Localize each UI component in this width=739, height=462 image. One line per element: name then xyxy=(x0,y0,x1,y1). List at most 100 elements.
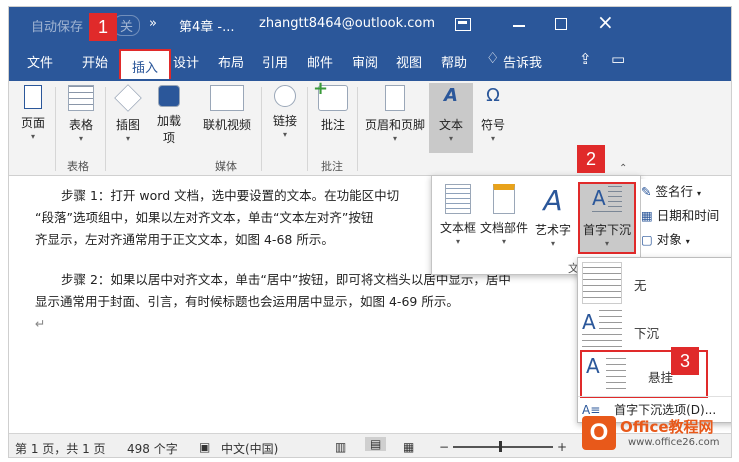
title-bar: 自动保存 关 » 第4章 -... zhangtt8464@outlook.co… xyxy=(9,7,731,43)
calendar-icon: ▦ xyxy=(641,208,653,223)
web-layout-icon[interactable]: ▦ xyxy=(403,440,414,454)
tab-review[interactable]: 审阅 xyxy=(352,52,378,71)
tab-file[interactable]: 文件 xyxy=(27,52,53,71)
wordart-label: 艺术字 xyxy=(534,223,571,237)
chevron-down-icon: ▾ xyxy=(455,237,460,246)
comment-button[interactable]: + 批注 xyxy=(313,78,353,133)
print-layout-icon[interactable]: ▤ xyxy=(365,437,387,451)
tell-me-search[interactable]: 告诉我 xyxy=(503,52,542,71)
group-divider xyxy=(261,87,262,171)
zoom-slider[interactable] xyxy=(453,441,553,452)
addins-label-2: 项 xyxy=(162,131,175,145)
chevron-down-icon: ▾ xyxy=(30,132,35,141)
ribbon-display-icon[interactable] xyxy=(455,18,471,31)
header-footer-label: 页眉和页脚 xyxy=(364,118,425,132)
word-count[interactable]: 498 个字 xyxy=(127,440,178,457)
document-title: 第4章 -... xyxy=(179,20,235,35)
table-button[interactable]: 表格 ▾ xyxy=(61,85,101,143)
object-button[interactable]: ▢ 对象 ▾ xyxy=(641,229,690,248)
minimize-icon[interactable] xyxy=(513,25,525,27)
word-window: 自动保存 关 » 第4章 -... zhangtt8464@outlook.co… xyxy=(8,6,732,458)
online-video-icon xyxy=(210,85,244,111)
comments-icon[interactable]: ▭ xyxy=(611,50,625,68)
textbox-button[interactable]: 文本框 ▾ xyxy=(436,184,480,246)
online-video-button[interactable]: 联机视频 xyxy=(198,85,256,133)
illustrations-button[interactable]: 插图 ▾ xyxy=(111,84,145,143)
dropcap-in-margin-label: 悬挂 xyxy=(648,370,674,385)
wordart-button[interactable]: A 艺术字 ▾ xyxy=(532,184,574,248)
header-footer-button[interactable]: 页眉和页脚 ▾ xyxy=(361,85,429,143)
header-footer-icon xyxy=(385,85,405,111)
links-button[interactable]: 链接 ▾ xyxy=(267,85,303,139)
lightbulb-icon[interactable]: ♢ xyxy=(486,49,499,67)
comment-icon: + xyxy=(313,78,348,111)
autosave-toggle[interactable]: 关 xyxy=(113,15,141,36)
tab-help[interactable]: 帮助 xyxy=(441,52,467,71)
paragraph-mark: ↵ xyxy=(35,316,46,331)
chevron-down-icon: ▾ xyxy=(604,239,609,248)
step-badge-1: 1 xyxy=(89,13,117,41)
pages-button[interactable]: 页面 ▾ xyxy=(15,85,51,141)
share-icon[interactable]: ⇪ xyxy=(579,50,592,68)
links-label: 链接 xyxy=(272,114,297,128)
signature-icon: ✎ xyxy=(641,184,652,199)
dropcap-label: 首字下沉 xyxy=(582,223,631,237)
group-divider xyxy=(105,87,106,171)
tab-design[interactable]: 设计 xyxy=(173,52,199,71)
object-icon: ▢ xyxy=(641,232,653,247)
text-button[interactable]: A 文本 ▾ xyxy=(429,83,473,153)
menu-divider xyxy=(578,396,731,397)
more-commands[interactable]: » xyxy=(149,16,157,31)
signature-line-button[interactable]: ✎ 签名行 ▾ xyxy=(641,181,701,200)
tab-view[interactable]: 视图 xyxy=(396,52,422,71)
dropcap-dropped-label: 下沉 xyxy=(634,326,660,341)
dropcap-dropped-icon: A xyxy=(582,310,622,352)
dropcap-in-margin-icon: A xyxy=(586,354,626,396)
omega-icon: Ω xyxy=(486,85,500,106)
group-label-table: 表格 xyxy=(67,160,89,173)
wordart-icon: A xyxy=(543,184,563,217)
chevron-down-icon: ▾ xyxy=(282,130,287,139)
dropcap-button[interactable]: A 首字下沉 ▾ xyxy=(578,182,636,254)
quickparts-label: 文档部件 xyxy=(480,221,529,235)
chevron-down-icon: ▾ xyxy=(125,134,130,143)
chevron-down-icon: ▾ xyxy=(696,189,701,198)
dropcap-option-none[interactable]: 无 xyxy=(578,260,731,308)
step-badge-2: 2 xyxy=(577,145,605,173)
zoom-in-button[interactable]: + xyxy=(557,440,567,454)
datetime-label: 日期和时间 xyxy=(656,208,720,223)
dropcap-option-dropped[interactable]: A 下沉 xyxy=(578,308,731,356)
datetime-button[interactable]: ▦ 日期和时间 xyxy=(641,205,719,224)
textbox-icon xyxy=(445,184,471,214)
zoom-out-button[interactable]: − xyxy=(439,440,449,454)
account-email[interactable]: zhangtt8464@outlook.com xyxy=(259,16,435,31)
menu-bar: 文件 开始 插入 设计 布局 引用 邮件 审阅 视图 帮助 ♢ 告诉我 ⇪ ▭ xyxy=(9,43,731,81)
ribbon: 页面 ▾ 表格 ▾ 表格 插图 ▾ 加载 项 联机视频 媒体 链接 ▾ + 批注… xyxy=(9,78,731,176)
addins-button[interactable]: 加载 项 xyxy=(152,85,186,146)
quickparts-icon xyxy=(493,184,515,214)
symbols-button[interactable]: Ω 符号 ▾ xyxy=(475,85,511,143)
office-logo-icon: O xyxy=(582,416,616,450)
dropcap-menu: 无 A 下沉 A 悬挂 A≡ 首字下沉选项(D)... xyxy=(577,257,731,423)
symbols-label: 符号 xyxy=(480,118,505,132)
tab-insert[interactable]: 插入 xyxy=(119,49,171,79)
page-count[interactable]: 第 1 页，共 1 页 xyxy=(15,440,106,457)
group-label-comment: 批注 xyxy=(321,160,343,173)
text-side-commands: ✎ 签名行 ▾ ▦ 日期和时间 ▢ 对象 ▾ xyxy=(641,179,731,259)
maximize-icon[interactable] xyxy=(555,18,567,30)
read-mode-icon[interactable]: ▥ xyxy=(335,440,346,454)
proofing-icon[interactable]: ▣ xyxy=(199,440,210,454)
tab-layout[interactable]: 布局 xyxy=(218,52,244,71)
tab-home[interactable]: 开始 xyxy=(82,52,108,71)
tab-references[interactable]: 引用 xyxy=(262,52,288,71)
text-label: 文本 xyxy=(438,118,463,132)
quickparts-button[interactable]: 文档部件 ▾ xyxy=(480,184,528,246)
language[interactable]: 中文(中国) xyxy=(221,440,278,457)
step-badge-3: 3 xyxy=(671,347,699,375)
close-icon[interactable]: × xyxy=(597,10,614,34)
collapse-caret-icon[interactable]: ⌃ xyxy=(619,163,627,174)
comment-label: 批注 xyxy=(320,118,345,132)
tab-mailings[interactable]: 邮件 xyxy=(307,52,333,71)
illustrations-label: 插图 xyxy=(115,118,140,132)
online-video-label: 联机视频 xyxy=(202,118,251,132)
